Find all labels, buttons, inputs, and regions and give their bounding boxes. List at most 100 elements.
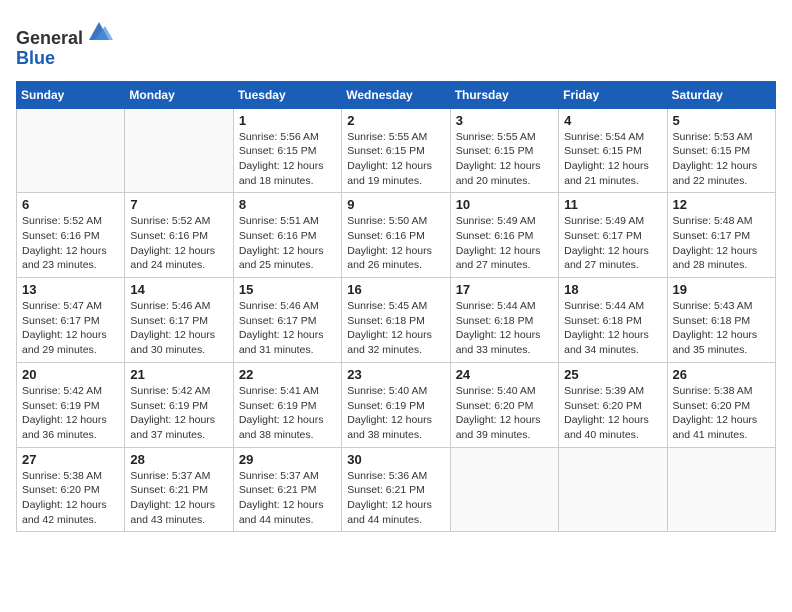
col-header-monday: Monday: [125, 81, 233, 108]
day-number: 25: [564, 367, 661, 382]
day-info: Sunrise: 5:46 AM Sunset: 6:17 PM Dayligh…: [130, 299, 227, 358]
day-number: 13: [22, 282, 119, 297]
day-info: Sunrise: 5:45 AM Sunset: 6:18 PM Dayligh…: [347, 299, 444, 358]
day-cell: 18 Sunrise: 5:44 AM Sunset: 6:18 PM Dayli…: [559, 278, 667, 363]
day-info: Sunrise: 5:56 AM Sunset: 6:15 PM Dayligh…: [239, 130, 336, 189]
day-number: 14: [130, 282, 227, 297]
col-header-saturday: Saturday: [667, 81, 775, 108]
day-cell: 12Sunrise: 5:48 AM Sunset: 6:17 PM Dayli…: [667, 193, 775, 278]
day-cell: 28Sunrise: 5:37 AM Sunset: 6:21 PM Dayli…: [125, 447, 233, 532]
week-row-4: 20Sunrise: 5:42 AM Sunset: 6:19 PM Dayli…: [17, 362, 776, 447]
day-info: Sunrise: 5:42 AM Sunset: 6:19 PM Dayligh…: [22, 384, 119, 443]
col-header-thursday: Thursday: [450, 81, 558, 108]
day-info: Sunrise: 5:38 AM Sunset: 6:20 PM Dayligh…: [22, 469, 119, 528]
day-number: 17: [456, 282, 553, 297]
day-info: Sunrise: 5:36 AM Sunset: 6:21 PM Dayligh…: [347, 469, 444, 528]
day-cell: 13 Sunrise: 5:47 AM Sunset: 6:17 PM Dayli…: [17, 278, 125, 363]
day-info: Sunrise: 5:49 AM Sunset: 6:17 PM Dayligh…: [564, 214, 661, 273]
day-number: 21: [130, 367, 227, 382]
day-number: 23: [347, 367, 444, 382]
day-cell: [559, 447, 667, 532]
day-cell: 17Sunrise: 5:44 AM Sunset: 6:18 PM Dayli…: [450, 278, 558, 363]
day-cell: 23 Sunrise: 5:40 AM Sunset: 6:19 PM Dayli…: [342, 362, 450, 447]
day-info: Sunrise: 5:44 AM Sunset: 6:18 PM Dayligh…: [564, 299, 661, 358]
day-number: 9: [347, 197, 444, 212]
week-row-1: 1 Sunrise: 5:56 AM Sunset: 6:15 PM Daylig…: [17, 108, 776, 193]
week-row-3: 13 Sunrise: 5:47 AM Sunset: 6:17 PM Dayli…: [17, 278, 776, 363]
day-cell: 26 Sunrise: 5:38 AM Sunset: 6:20 PM Dayli…: [667, 362, 775, 447]
day-info: Sunrise: 5:40 AM Sunset: 6:19 PM Dayligh…: [347, 384, 444, 443]
week-row-2: 6 Sunrise: 5:52 AM Sunset: 6:16 PM Daylig…: [17, 193, 776, 278]
day-number: 3: [456, 113, 553, 128]
day-number: 26: [673, 367, 770, 382]
day-info: Sunrise: 5:38 AM Sunset: 6:20 PM Dayligh…: [673, 384, 770, 443]
logo-icon: [85, 16, 113, 44]
day-number: 18: [564, 282, 661, 297]
day-number: 10: [456, 197, 553, 212]
day-info: Sunrise: 5:55 AM Sunset: 6:15 PM Dayligh…: [347, 130, 444, 189]
day-cell: [17, 108, 125, 193]
day-number: 1: [239, 113, 336, 128]
day-info: Sunrise: 5:51 AM Sunset: 6:16 PM Dayligh…: [239, 214, 336, 273]
day-info: Sunrise: 5:43 AM Sunset: 6:18 PM Dayligh…: [673, 299, 770, 358]
col-header-wednesday: Wednesday: [342, 81, 450, 108]
day-cell: 25 Sunrise: 5:39 AM Sunset: 6:20 PM Dayli…: [559, 362, 667, 447]
day-number: 19: [673, 282, 770, 297]
day-number: 11: [564, 197, 661, 212]
day-info: Sunrise: 5:55 AM Sunset: 6:15 PM Dayligh…: [456, 130, 553, 189]
day-number: 16: [347, 282, 444, 297]
day-cell: 2 Sunrise: 5:55 AM Sunset: 6:15 PM Daylig…: [342, 108, 450, 193]
day-cell: 3 Sunrise: 5:55 AM Sunset: 6:15 PM Daylig…: [450, 108, 558, 193]
day-cell: [125, 108, 233, 193]
week-row-5: 27 Sunrise: 5:38 AM Sunset: 6:20 PM Dayli…: [17, 447, 776, 532]
day-number: 2: [347, 113, 444, 128]
day-number: 22: [239, 367, 336, 382]
day-cell: 16 Sunrise: 5:45 AM Sunset: 6:18 PM Dayli…: [342, 278, 450, 363]
day-number: 30: [347, 452, 444, 467]
day-info: Sunrise: 5:54 AM Sunset: 6:15 PM Dayligh…: [564, 130, 661, 189]
day-cell: 1 Sunrise: 5:56 AM Sunset: 6:15 PM Daylig…: [233, 108, 341, 193]
day-info: Sunrise: 5:37 AM Sunset: 6:21 PM Dayligh…: [130, 469, 227, 528]
day-info: Sunrise: 5:37 AM Sunset: 6:21 PM Dayligh…: [239, 469, 336, 528]
day-cell: 8 Sunrise: 5:51 AM Sunset: 6:16 PM Daylig…: [233, 193, 341, 278]
day-cell: 27 Sunrise: 5:38 AM Sunset: 6:20 PM Dayli…: [17, 447, 125, 532]
day-info: Sunrise: 5:46 AM Sunset: 6:17 PM Dayligh…: [239, 299, 336, 358]
day-info: Sunrise: 5:50 AM Sunset: 6:16 PM Dayligh…: [347, 214, 444, 273]
day-info: Sunrise: 5:53 AM Sunset: 6:15 PM Dayligh…: [673, 130, 770, 189]
logo-text-general: General: [16, 28, 83, 48]
day-number: 5: [673, 113, 770, 128]
day-info: Sunrise: 5:47 AM Sunset: 6:17 PM Dayligh…: [22, 299, 119, 358]
day-cell: 20Sunrise: 5:42 AM Sunset: 6:19 PM Dayli…: [17, 362, 125, 447]
day-cell: 21 Sunrise: 5:42 AM Sunset: 6:19 PM Dayli…: [125, 362, 233, 447]
day-number: 4: [564, 113, 661, 128]
day-info: Sunrise: 5:39 AM Sunset: 6:20 PM Dayligh…: [564, 384, 661, 443]
day-cell: 9 Sunrise: 5:50 AM Sunset: 6:16 PM Daylig…: [342, 193, 450, 278]
day-info: Sunrise: 5:42 AM Sunset: 6:19 PM Dayligh…: [130, 384, 227, 443]
day-cell: 14 Sunrise: 5:46 AM Sunset: 6:17 PM Dayli…: [125, 278, 233, 363]
day-cell: 15 Sunrise: 5:46 AM Sunset: 6:17 PM Dayli…: [233, 278, 341, 363]
day-number: 15: [239, 282, 336, 297]
day-cell: 5 Sunrise: 5:53 AM Sunset: 6:15 PM Daylig…: [667, 108, 775, 193]
day-cell: 22Sunrise: 5:41 AM Sunset: 6:19 PM Dayli…: [233, 362, 341, 447]
day-cell: 29Sunrise: 5:37 AM Sunset: 6:21 PM Dayli…: [233, 447, 341, 532]
day-info: Sunrise: 5:40 AM Sunset: 6:20 PM Dayligh…: [456, 384, 553, 443]
day-cell: 6 Sunrise: 5:52 AM Sunset: 6:16 PM Daylig…: [17, 193, 125, 278]
col-header-friday: Friday: [559, 81, 667, 108]
day-cell: 30 Sunrise: 5:36 AM Sunset: 6:21 PM Dayli…: [342, 447, 450, 532]
day-info: Sunrise: 5:52 AM Sunset: 6:16 PM Dayligh…: [22, 214, 119, 273]
page-header: General Blue: [16, 16, 776, 69]
day-cell: 4 Sunrise: 5:54 AM Sunset: 6:15 PM Daylig…: [559, 108, 667, 193]
logo-text-blue: Blue: [16, 48, 55, 68]
day-number: 12: [673, 197, 770, 212]
day-cell: 11 Sunrise: 5:49 AM Sunset: 6:17 PM Dayli…: [559, 193, 667, 278]
day-number: 27: [22, 452, 119, 467]
day-cell: [450, 447, 558, 532]
day-number: 7: [130, 197, 227, 212]
day-cell: 19 Sunrise: 5:43 AM Sunset: 6:18 PM Dayli…: [667, 278, 775, 363]
day-number: 8: [239, 197, 336, 212]
day-number: 6: [22, 197, 119, 212]
logo: General Blue: [16, 16, 113, 69]
day-cell: 24Sunrise: 5:40 AM Sunset: 6:20 PM Dayli…: [450, 362, 558, 447]
day-info: Sunrise: 5:49 AM Sunset: 6:16 PM Dayligh…: [456, 214, 553, 273]
col-header-tuesday: Tuesday: [233, 81, 341, 108]
